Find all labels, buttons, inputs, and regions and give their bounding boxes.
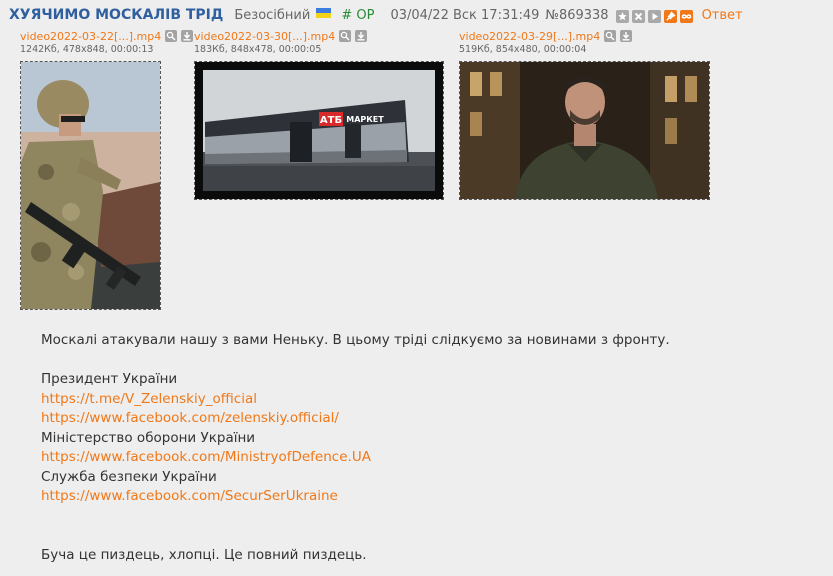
atb-logo-text: АТБ — [320, 115, 342, 126]
search-icon[interactable] — [339, 30, 352, 42]
download-icon[interactable] — [181, 30, 194, 42]
infinity-icon[interactable] — [679, 9, 693, 23]
link-telegram-zelenskiy[interactable]: https://t.me/V_Zelenskiy_official — [41, 391, 257, 407]
file-name-link[interactable]: video2022-03-29[...].mp4 — [459, 30, 600, 43]
link-facebook-security-service[interactable]: https://www.facebook.com/SecurSerUkraine — [41, 488, 338, 504]
reply-link[interactable]: Ответ — [702, 8, 743, 23]
video-thumbnail-soldier[interactable] — [20, 61, 161, 310]
video-thumbnail-speaker[interactable] — [459, 61, 710, 200]
section-label-defence-ministry: Міністерство оборони України — [41, 429, 256, 446]
search-icon[interactable] — [165, 30, 178, 42]
post-closing: Буча це пиздець, хлопці. Це повний пизде… — [41, 546, 367, 563]
op-tag: # OP — [341, 7, 375, 23]
thread-title: ХУЯЧИМО МОСКАЛІВ ТРІД — [9, 7, 224, 23]
download-icon[interactable] — [355, 30, 368, 42]
play-icon[interactable] — [647, 9, 661, 23]
video-thumbnail-atb-market[interactable]: АТБ МАРКЕТ — [194, 61, 444, 200]
file-name-link[interactable]: video2022-03-22[...].mp4 — [20, 30, 161, 43]
pin-icon[interactable] — [663, 9, 677, 23]
file-meta: 519Кб, 854x480, 00:00:04 — [459, 44, 587, 55]
section-label-president: Президент України — [41, 371, 178, 387]
post-header: ХУЯЧИМО МОСКАЛІВ ТРІД Безосібний # OP 03… — [9, 5, 743, 25]
post-body: Москалі атакували нашу з вами Неньку. В … — [41, 331, 670, 565]
file-name-link[interactable]: video2022-03-30[...].mp4 — [194, 30, 335, 43]
file-meta: 1242Кб, 478x848, 00:00:13 — [20, 44, 154, 55]
file-meta: 183Кб, 848x478, 00:00:05 — [194, 44, 322, 55]
post-intro: Москалі атакували нашу з вами Неньку. В … — [41, 332, 670, 348]
post-datetime: 03/04/22 Вск 17:31:49 — [390, 7, 540, 23]
post-number[interactable]: №869338 — [545, 8, 608, 23]
star-icon[interactable] — [615, 9, 629, 23]
file-attachment-2: video2022-03-30[...].mp4 183Кб, 848x478,… — [194, 29, 444, 200]
link-facebook-zelenskiy[interactable]: https://www.facebook.com/zelenskiy.offic… — [41, 410, 339, 426]
download-icon[interactable] — [620, 30, 633, 42]
hide-icon[interactable] — [631, 9, 645, 23]
post-author: Безосібний — [234, 7, 311, 23]
file-attachment-3: video2022-03-29[...].mp4 519Кб, 854x480,… — [459, 29, 710, 200]
link-facebook-ministry-defence[interactable]: https://www.facebook.com/MinistryofDefen… — [41, 449, 371, 465]
file-attachment-1: video2022-03-22[...].mp4 1242Кб, 478x848… — [20, 29, 194, 310]
section-label-security-service: Служба безпеки України — [41, 468, 217, 485]
ukraine-flag-icon — [316, 8, 332, 18]
market-sign-text: МАРКЕТ — [346, 115, 384, 124]
search-icon[interactable] — [604, 30, 617, 42]
